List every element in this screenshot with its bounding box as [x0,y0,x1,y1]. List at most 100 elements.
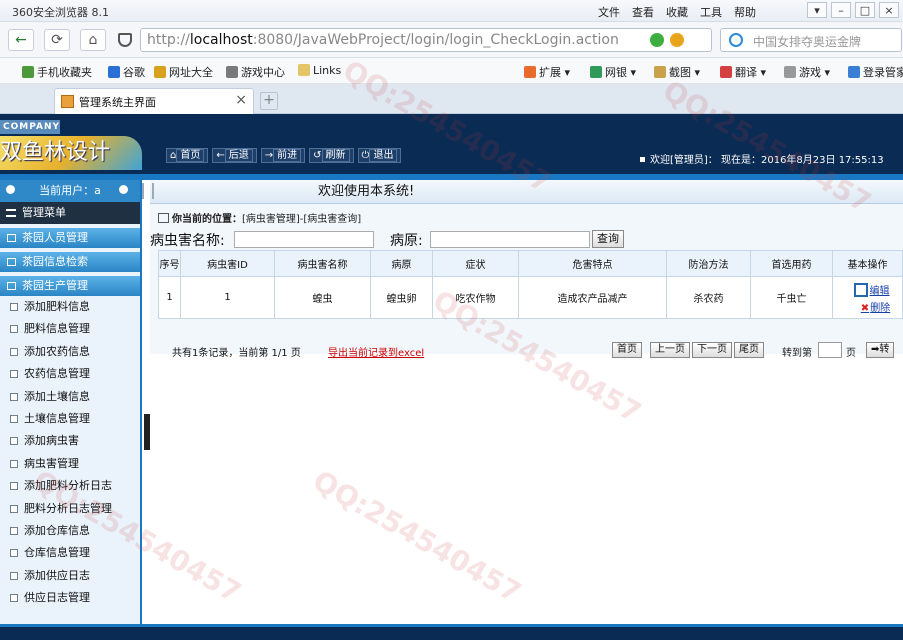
col-symptom: 症状 [432,250,519,277]
search-engine-icon[interactable] [729,33,743,47]
menu-grid-icon [6,209,16,217]
folder-icon [7,282,16,290]
sidebar-item-add-pest[interactable]: 添加病虫害 [0,430,140,452]
bookmark-links[interactable]: Links [298,64,341,77]
search-input[interactable]: 中国女排夺奥运金牌 [720,28,902,52]
query-button[interactable]: 查询 [592,230,624,248]
compat-mode-icon[interactable] [670,33,684,47]
sidebar-item-soil-manage[interactable]: 土壤信息管理 [0,408,140,430]
welcome-user-text: 欢迎[管理员]： 现在是：2016年8月23日 17:55:13 [640,151,884,166]
sidebar-item-supply-log-manage[interactable]: 供应日志管理 [0,587,140,609]
bookmark-sites[interactable]: 网址大全 [154,64,213,80]
toolbar-login-manager[interactable]: 登录管家 [848,64,903,80]
last-page-button[interactable]: 尾页 [734,342,764,358]
col-harm: 危害特点 [518,250,667,277]
edit-icon [853,282,868,297]
cell-symptom: 吃农作物 [432,276,519,319]
sidebar-item-fertilizer-log-manage[interactable]: 肥料分析日志管理 [0,498,140,520]
tab-title: 管理系统主界面 [79,96,156,109]
toolbar-extensions[interactable]: 扩展 ▾ [524,64,570,80]
back-arrow-icon[interactable]: ← [8,29,34,51]
export-excel-link[interactable]: 导出当前记录到excel [328,344,424,359]
sidebar: 当前用户：a 管理菜单 茶园人员管理 茶园信息检索 茶园生产管理 添加肥料信息 … [0,180,142,640]
doc-icon [10,571,18,580]
toolbar-bank[interactable]: 网银 ▾ [590,64,636,80]
sidebar-item-add-pesticide[interactable]: 添加农药信息 [0,341,140,363]
prev-page-button[interactable]: 上一页 [650,342,690,358]
doc-icon [10,482,18,491]
folder-icon [7,234,16,242]
pest-name-label: 病虫害名称: [150,233,225,249]
doc-icon [10,549,18,558]
address-scheme: http:// [147,32,190,48]
sidebar-item-pesticide-manage[interactable]: 农药信息管理 [0,363,140,385]
toolbar-translate[interactable]: 翻译 ▾ [720,64,766,80]
menu-favorites[interactable]: 收藏 [666,4,688,20]
tab-main[interactable]: 管理系统主界面 × [54,88,254,114]
sidebar-item-pest-manage[interactable]: 病虫害管理 [0,453,140,475]
sidebar-item-add-soil[interactable]: 添加土壤信息 [0,386,140,408]
first-page-button[interactable]: 首页 [612,342,642,358]
section-production[interactable]: 茶园生产管理 [0,276,140,296]
bookmark-google[interactable]: 谷歌 [108,64,145,80]
browser-app-title: 360安全浏览器 8.1 [12,6,109,19]
menu-file[interactable]: 文件 [598,4,620,20]
pathogen-label: 病原: [390,233,423,249]
col-index: 序号 [158,250,181,277]
col-medicine: 首选用药 [750,250,833,277]
welcome-text: 欢迎使用本系统! [318,184,415,199]
doc-icon [10,347,18,356]
address-path: :8080/JavaWebProject/login/login_CheckLo… [252,32,619,48]
nav-forward-button[interactable]: → 前进 [260,148,306,163]
nav-refresh-button[interactable]: ↺ 刷新 [309,148,354,163]
menu-help[interactable]: 帮助 [734,4,756,20]
pest-name-input[interactable] [234,231,374,248]
toolbar-screenshot[interactable]: 截图 ▾ [654,64,700,80]
refresh-icon[interactable]: ⟳ [44,29,70,51]
go-button[interactable]: ➡转 [866,342,895,358]
sidebar-item-warehouse-manage[interactable]: 仓库信息管理 [0,542,140,564]
pin-icon [6,185,15,194]
cell-operations: 编辑 ✖删除 [832,276,903,319]
address-bar[interactable]: http://localhost:8080/JavaWebProject/log… [140,28,712,52]
new-tab-icon[interactable]: + [260,92,278,110]
bookmark-mobile[interactable]: 手机收藏夹 [22,64,92,80]
nav-back-button[interactable]: ← 后退 [212,148,257,163]
close-window-icon[interactable]: × [879,2,899,18]
nav-logout-button[interactable]: ⏻ 退出 [357,148,402,163]
minimize-icon[interactable]: – [831,2,851,18]
nav-home-button[interactable]: ⌂ 首页 [166,148,209,163]
tab-close-icon[interactable]: × [235,92,247,108]
section-staff[interactable]: 茶园人员管理 [0,228,140,248]
search-row: 病虫害名称: 病原: 查询 [150,230,903,250]
delete-icon: ✖ [860,302,870,314]
sidebar-item-fertilizer-manage[interactable]: 肥料信息管理 [0,318,140,340]
home-icon[interactable]: ⌂ [80,29,106,51]
maximize-icon[interactable]: □ [855,2,875,18]
goto-page-input[interactable] [818,342,842,358]
skin-icon[interactable]: ▾ [807,2,827,18]
sidebar-item-add-fertilizer-log[interactable]: 添加肥料分析日志 [0,475,140,497]
bookmark-games[interactable]: 游戏中心 [226,64,285,80]
section-search[interactable]: 茶园信息检索 [0,252,140,272]
col-operations: 基本操作 [832,250,903,277]
col-pathogen: 病原 [370,250,433,277]
next-page-button[interactable]: 下一页 [692,342,732,358]
record-info: 共有1条记录，当前第 1/1 页 [172,348,301,359]
speed-mode-icon[interactable] [650,33,664,47]
pathogen-input[interactable] [430,231,590,248]
edit-link[interactable]: 编辑 [841,282,902,297]
sidebar-items: 添加肥料信息 肥料信息管理 添加农药信息 农药信息管理 添加土壤信息 土壤信息管… [0,296,140,609]
folder-icon [7,258,16,266]
menu-tools[interactable]: 工具 [700,4,722,20]
sidebar-item-add-fertilizer[interactable]: 添加肥料信息 [0,296,140,318]
site-logo: 双鱼林设计 [0,136,142,170]
sidebar-item-add-supply-log[interactable]: 添加供应日志 [0,565,140,587]
delete-link[interactable]: ✖删除 [841,299,902,314]
toolbar-games[interactable]: 游戏 ▾ [784,64,830,80]
cell-medicine: 千虫亡 [750,276,833,319]
cell-pest-name: 蝗虫 [274,276,371,319]
sidebar-item-add-warehouse[interactable]: 添加仓库信息 [0,520,140,542]
pager: 共有1条记录，当前第 1/1 页 导出当前记录到excel 首页 上一页 下一页… [150,340,903,360]
menu-view[interactable]: 查看 [632,4,654,20]
